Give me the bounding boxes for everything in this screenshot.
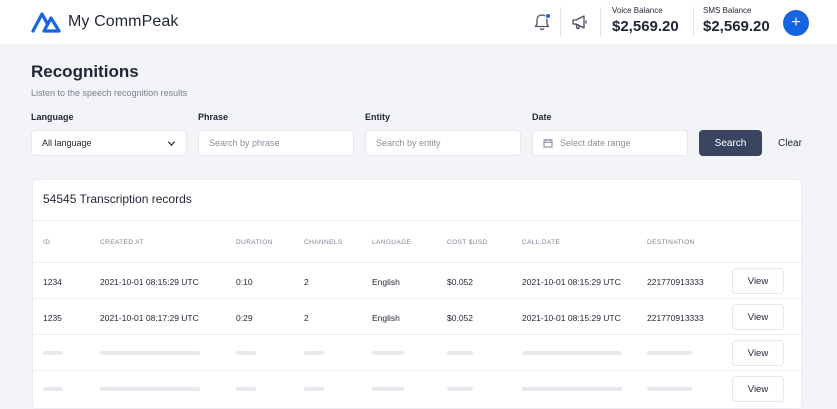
view-button[interactable]: View [732, 340, 784, 366]
table-row: 1234 2021-10-01 08:15:29 UTC 0:10 2 Engl… [33, 262, 801, 298]
divider [693, 7, 694, 37]
clear-button[interactable]: Clear [766, 130, 814, 156]
cell-duration: 0:29 [236, 313, 253, 323]
sms-balance-value: $2,569.20 [703, 18, 770, 35]
skeleton-bar [236, 351, 256, 355]
divider [600, 7, 601, 37]
calendar-icon [543, 139, 553, 148]
search-button[interactable]: Search [699, 130, 762, 156]
add-button[interactable]: + [783, 10, 809, 36]
app-name: My CommPeak [68, 13, 179, 30]
cell-duration: 0:10 [236, 277, 253, 287]
language-label: Language [31, 112, 74, 122]
cell-language: English [372, 313, 400, 323]
cell-cost: $0.052 [447, 313, 473, 323]
cell-destination: 221770913333 [647, 313, 704, 323]
page-title: Recognitions [31, 62, 139, 81]
column-header-language: LANGUAGE [372, 239, 412, 246]
entity-placeholder: Search by entity [376, 138, 441, 148]
skeleton-row: View [33, 334, 801, 370]
phrase-placeholder: Search by phrase [209, 138, 280, 148]
top-bar: My CommPeak Voice Balance $2,569.20 SMS … [0, 0, 837, 44]
cell-call-date: 2021-10-01 08:15:29 UTC [522, 313, 621, 323]
date-placeholder: Select date range [560, 138, 631, 148]
cell-call-date: 2021-10-01 08:15:29 UTC [522, 277, 621, 287]
language-select[interactable]: All language [31, 130, 187, 156]
sms-balance-label: SMS Balance [703, 6, 752, 15]
skeleton-bar [304, 351, 324, 355]
date-range-input[interactable]: Select date range [532, 130, 688, 156]
records-card: 54545 Transcription records ID CREATED A… [32, 179, 802, 409]
date-label: Date [532, 112, 552, 122]
skeleton-bar [447, 387, 473, 391]
entity-label: Entity [365, 112, 391, 122]
cell-created-at: 2021-10-01 08:15:29 UTC [100, 277, 199, 287]
table-row: 1235 2021-10-01 08:17:29 UTC 0:29 2 Engl… [33, 298, 801, 334]
skeleton-bar [522, 387, 622, 391]
cell-channels: 2 [304, 277, 309, 287]
chevron-down-icon [167, 141, 176, 146]
cell-id: 1235 [43, 313, 62, 323]
voice-balance: Voice Balance $2,569.20 [612, 6, 679, 35]
skeleton-bar [43, 387, 63, 391]
records-count-title: 54545 Transcription records [43, 192, 192, 206]
skeleton-bar [647, 387, 692, 391]
skeleton-bar [100, 351, 200, 355]
divider [560, 7, 561, 37]
voice-balance-label: Voice Balance [612, 6, 663, 15]
voice-balance-value: $2,569.20 [612, 18, 679, 35]
skeleton-bar [647, 351, 692, 355]
column-header-cost: COST $USD [447, 239, 488, 246]
entity-input[interactable]: Search by entity [365, 130, 521, 156]
column-header-call-date: CALL DATE [522, 239, 561, 246]
brand[interactable]: My CommPeak [31, 10, 178, 34]
sms-balance: SMS Balance $2,569.20 [703, 6, 770, 35]
page-subtitle: Listen to the speech recognition results [31, 88, 188, 98]
column-header-destination: DESTINATION [647, 239, 695, 246]
phrase-input[interactable]: Search by phrase [198, 130, 354, 156]
notification-dot [545, 13, 551, 19]
phrase-label: Phrase [198, 112, 229, 122]
skeleton-bar [43, 351, 63, 355]
column-header-channels: CHANNELS [304, 239, 343, 246]
cell-language: English [372, 277, 400, 287]
cell-channels: 2 [304, 313, 309, 323]
skeleton-bar [447, 351, 473, 355]
skeleton-bar [236, 387, 256, 391]
column-header-duration: DURATION [236, 239, 273, 246]
skeleton-bar [372, 387, 404, 391]
cell-destination: 221770913333 [647, 277, 704, 287]
view-button[interactable]: View [732, 376, 784, 402]
skeleton-bar [304, 387, 324, 391]
commpeak-logo-icon [31, 12, 61, 33]
cell-cost: $0.052 [447, 277, 473, 287]
skeleton-bar [100, 387, 200, 391]
column-header-created-at: CREATED AT [100, 239, 144, 246]
skeleton-bar [372, 351, 404, 355]
plus-icon: + [791, 14, 801, 31]
megaphone-icon[interactable] [570, 12, 590, 32]
skeleton-bar [522, 351, 622, 355]
column-header-id: ID [43, 239, 51, 246]
cell-id: 1234 [43, 277, 62, 287]
divider [33, 220, 801, 221]
skeleton-row: View [33, 370, 801, 406]
view-button[interactable]: View [732, 268, 784, 294]
cell-created-at: 2021-10-01 08:17:29 UTC [100, 313, 199, 323]
view-button[interactable]: View [732, 304, 784, 330]
language-select-value: All language [42, 138, 92, 148]
